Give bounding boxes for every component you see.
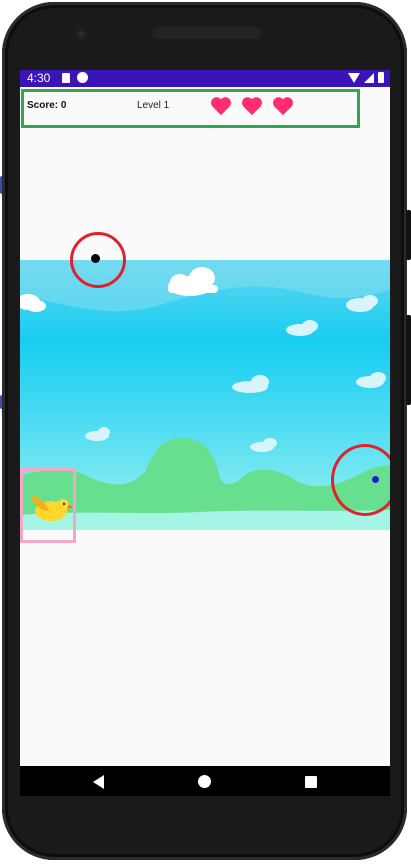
heart-icon <box>210 96 232 116</box>
heart-icon <box>272 96 294 116</box>
signal-icon <box>364 72 374 83</box>
hud-highlight-box <box>21 89 360 128</box>
earpiece-speaker <box>152 27 262 39</box>
back-icon[interactable] <box>93 775 104 789</box>
bird-icon <box>31 495 74 521</box>
home-icon[interactable] <box>198 775 211 788</box>
front-camera <box>75 28 87 40</box>
device-screen: 4:30 Score: 0 Level 1 <box>20 70 390 796</box>
power-button[interactable] <box>406 210 411 260</box>
target-ring <box>331 444 390 516</box>
status-bar: 4:30 <box>20 70 390 87</box>
lives-display <box>210 96 294 116</box>
level-label: Level 1 <box>137 100 170 111</box>
sd-card-icon <box>62 73 70 83</box>
score-label: Score: 0 <box>27 100 67 111</box>
player-bird[interactable] <box>20 468 76 543</box>
nav-bar <box>20 766 390 796</box>
game-hud: Score: 0 Level 1 <box>20 87 390 128</box>
status-time: 4:30 <box>27 71 51 85</box>
recent-apps-icon[interactable] <box>305 776 317 788</box>
phone-frame: 4:30 Score: 0 Level 1 <box>2 2 407 860</box>
volume-button[interactable] <box>406 315 411 405</box>
blue-ball <box>372 476 379 483</box>
app-notification-icon <box>77 72 88 83</box>
heart-icon <box>241 96 263 116</box>
battery-icon <box>378 72 384 83</box>
wifi-icon <box>348 72 360 83</box>
black-ball <box>91 254 100 263</box>
